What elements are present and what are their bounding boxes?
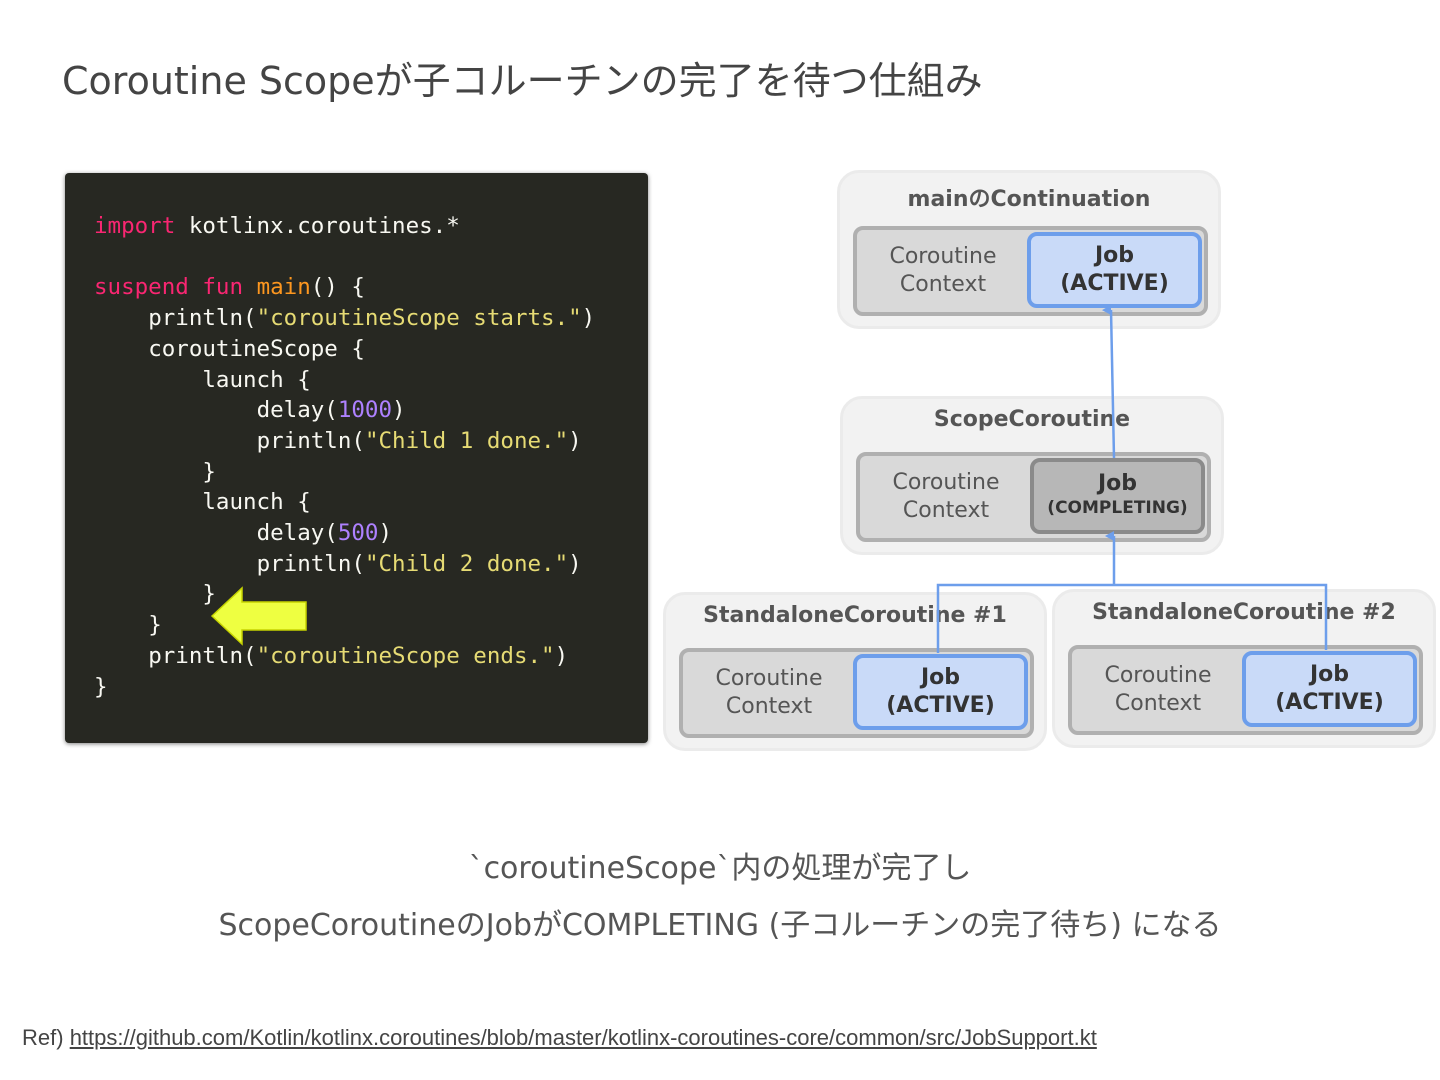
scope-to-main-arrow bbox=[1102, 305, 1116, 459]
child2-link bbox=[1114, 583, 1328, 650]
child1-link bbox=[936, 583, 1114, 653]
reference: Ref) https://github.com/Kotlin/kotlinx.c… bbox=[22, 1025, 1097, 1051]
caption-line-1: `coroutineScope`内の処理が完了し bbox=[468, 851, 972, 886]
reference-label: Ref) bbox=[22, 1025, 70, 1050]
reference-link[interactable]: https://github.com/Kotlin/kotlinx.corout… bbox=[70, 1025, 1097, 1050]
caption-line-2: ScopeCoroutineのJobがCOMPLETING (子コルーチンの完了… bbox=[218, 908, 1222, 943]
